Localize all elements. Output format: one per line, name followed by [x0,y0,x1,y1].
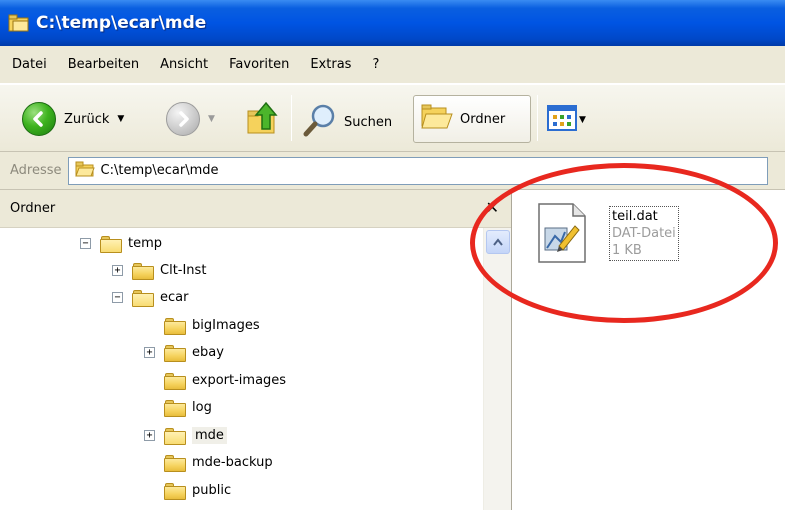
tree-item-ecar[interactable]: − ecar [112,284,188,311]
back-dropdown-icon[interactable]: ▼ [117,114,124,124]
back-arrow-icon [22,102,56,136]
generic-file-icon [533,202,593,266]
folder-icon [164,344,186,362]
address-field[interactable]: C:\temp\ecar\mde [67,156,768,185]
search-label: Suchen [344,114,393,130]
expand-icon[interactable]: + [112,265,123,276]
menu-bar: Datei Bearbeiten Ansicht Favoriten Extra… [0,46,785,84]
tree-item-clt-inst[interactable]: + Clt-Inst [112,257,206,284]
folder-pane-header: Ordner ✕ [0,190,511,228]
tree-label: log [192,400,212,415]
up-folder-button[interactable] [246,99,280,141]
folder-icon [164,482,186,500]
close-icon[interactable]: ✕ [486,198,499,217]
scroll-up-icon[interactable] [486,230,510,254]
tree-item-bigimages[interactable]: bigImages [164,312,260,339]
folders-label: Ordner [460,111,506,127]
forward-arrow-icon [166,102,200,136]
menu-extras[interactable]: Extras [310,57,351,72]
title-bar: C:\temp\ecar\mde [0,0,785,46]
folders-icon [420,102,454,136]
menu-ansicht[interactable]: Ansicht [160,57,208,72]
menu-bearbeiten[interactable]: Bearbeiten [68,57,139,72]
collapse-icon[interactable]: − [112,292,123,303]
file-list: teil.dat DAT-Datei 1 KB [513,190,785,510]
tree-item-mde[interactable]: + mde [144,422,227,449]
tree-label: export-images [192,373,287,388]
folder-icon [164,454,186,472]
address-value: C:\temp\ecar\mde [100,163,219,178]
open-folder-icon [100,235,122,253]
address-label: Adresse [10,163,62,178]
up-folder-icon [246,99,280,141]
tree-label: Clt-Inst [160,263,207,278]
toolbar-separator [537,95,538,141]
back-label: Zurück [64,111,110,127]
open-folder-icon [164,427,186,445]
tree-label: temp [128,236,163,251]
magnifier-icon [302,102,338,142]
file-item[interactable]: teil.dat DAT-Datei 1 KB [533,202,703,272]
tree-item-public[interactable]: public [164,477,231,504]
vertical-scrollbar[interactable] [483,228,511,510]
folder-tree: − temp + Clt-Inst − ecar bigImages + eba… [0,228,482,510]
window-title: C:\temp\ecar\mde [36,13,207,33]
menu-help[interactable]: ? [372,57,379,72]
toolbar: Zurück ▼ ▼ Suchen Ordner ▼ [0,84,785,152]
address-bar: Adresse C:\temp\ecar\mde [0,152,785,190]
views-button[interactable]: ▼ [547,105,586,135]
folder-pane: Ordner ✕ − temp + Clt-Inst − ecar bigIma… [0,190,512,510]
address-folder-icon [74,161,95,181]
tree-label: mde-backup [192,455,273,470]
menu-favoriten[interactable]: Favoriten [229,57,289,72]
view-grid-icon [547,105,577,135]
collapse-icon[interactable]: − [80,238,91,249]
file-label-box: teil.dat DAT-Datei 1 KB [609,206,679,261]
file-size: 1 KB [612,243,642,258]
forward-dropdown-icon[interactable]: ▼ [208,114,215,124]
tree-label: mde [192,427,227,444]
open-folder-icon [132,289,154,307]
folder-icon [164,399,186,417]
folder-icon [132,262,154,280]
folder-icon [164,317,186,335]
views-dropdown-icon[interactable]: ▼ [579,115,586,125]
back-button[interactable]: Zurück ▼ [22,102,124,136]
tree-item-temp[interactable]: − temp [80,230,162,257]
toolbar-separator [291,95,292,141]
tree-label: bigImages [192,318,260,333]
tree-label: ecar [160,290,189,305]
tree-item-mde-backup[interactable]: mde-backup [164,449,273,476]
tree-item-ebay[interactable]: + ebay [144,339,224,366]
search-button[interactable]: Suchen [302,102,392,142]
tree-item-export-images[interactable]: export-images [164,367,286,394]
menu-datei[interactable]: Datei [12,57,47,72]
folder-icon [164,372,186,390]
file-name: teil.dat [612,209,658,224]
expand-icon[interactable]: + [144,347,155,358]
tree-label: ebay [192,345,224,360]
tree-label: public [192,483,232,498]
file-type: DAT-Datei [612,226,676,241]
forward-button[interactable]: ▼ [166,102,215,136]
folder-pane-title: Ordner [10,201,56,216]
folders-toggle-button[interactable]: Ordner [413,95,531,143]
expand-icon[interactable]: + [144,430,155,441]
tree-item-log[interactable]: log [164,394,212,421]
folder-window-icon [8,13,30,33]
